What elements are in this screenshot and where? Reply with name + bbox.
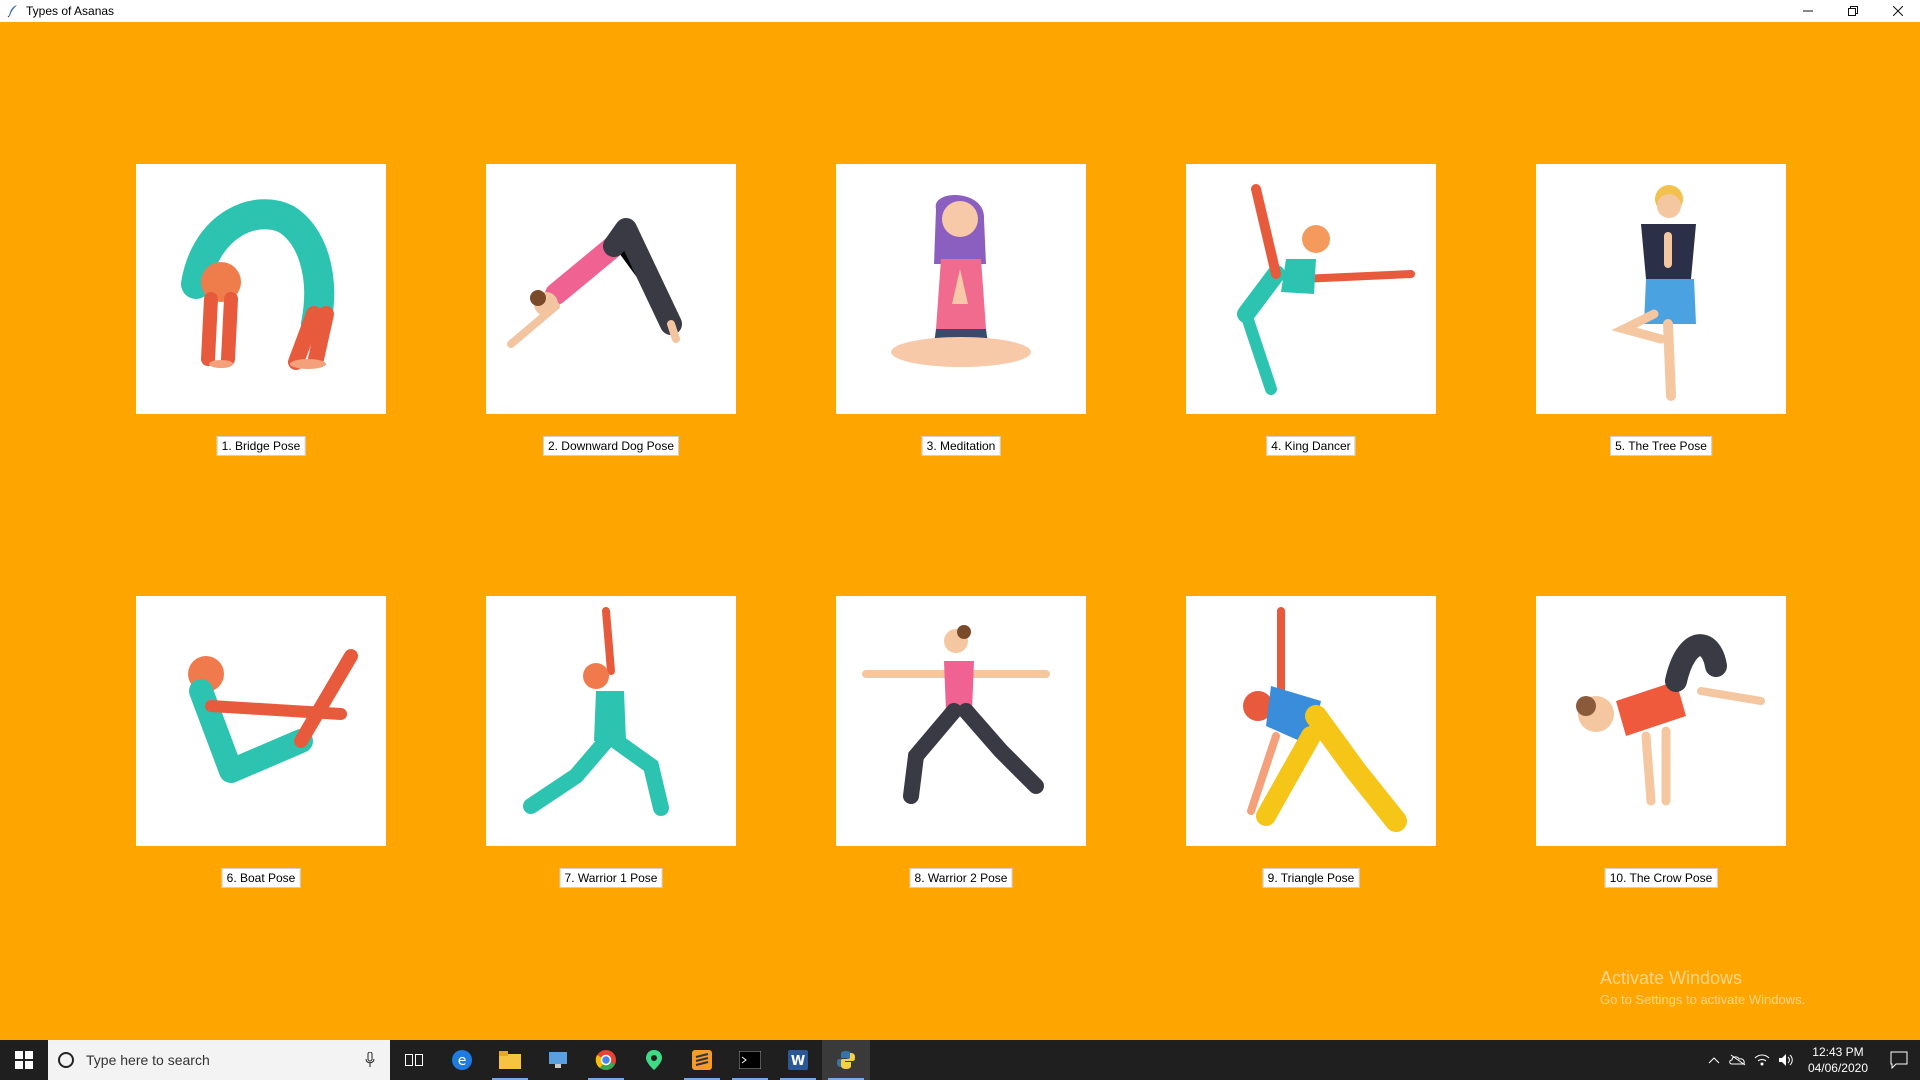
pose-label-4: 4. King Dancer	[1266, 436, 1356, 456]
tree-pose-card[interactable]	[1536, 164, 1786, 414]
meditation-card[interactable]	[836, 164, 1086, 414]
warrior-2-illustration	[862, 625, 1050, 804]
warrior-2-card[interactable]	[836, 596, 1086, 846]
terminal-icon[interactable]	[726, 1040, 774, 1080]
chrome-icon[interactable]	[582, 1040, 630, 1080]
window-controls	[1785, 0, 1920, 22]
triangle-pose-card[interactable]	[1186, 596, 1436, 846]
activation-watermark: Activate Windows Go to Settings to activ…	[1600, 967, 1805, 1011]
onedrive-offline-icon[interactable]	[1726, 1054, 1750, 1066]
downward-dog-card[interactable]	[486, 164, 736, 414]
boat-pose-illustration	[188, 649, 358, 783]
clock-date: 04/06/2020	[1807, 1061, 1868, 1075]
search-placeholder: Type here to search	[86, 1052, 210, 1068]
cortana-icon	[58, 1052, 74, 1068]
pose-label-5: 5. The Tree Pose	[1610, 436, 1712, 456]
bridge-pose-illustration	[181, 199, 335, 370]
pose-label-1: 1. Bridge Pose	[216, 436, 306, 456]
svg-text:W: W	[791, 1054, 805, 1069]
taskbar: Type here to search e W 12:43 PM 04/06/2…	[0, 1040, 1920, 1080]
feather-icon	[6, 4, 20, 18]
warrior-1-illustration	[523, 607, 669, 816]
maps-app-icon[interactable]	[630, 1040, 678, 1080]
window-title: Types of Asanas	[26, 4, 115, 18]
taskbar-clock[interactable]: 12:43 PM 04/06/2020	[1808, 1044, 1868, 1076]
network-app-icon[interactable]	[534, 1040, 582, 1080]
bridge-pose-card[interactable]	[136, 164, 386, 414]
pose-label-6: 6. Boat Pose	[221, 868, 301, 888]
pose-label-9: 9. Triangle Pose	[1262, 868, 1360, 888]
taskbar-apps: e W	[390, 1040, 870, 1080]
microphone-icon[interactable]	[358, 1052, 382, 1068]
pose-label-8: 8. Warrior 2 Pose	[909, 868, 1013, 888]
edge-icon[interactable]: e	[438, 1040, 486, 1080]
word-icon[interactable]: W	[774, 1040, 822, 1080]
notification-center-icon[interactable]	[1880, 1051, 1920, 1069]
pose-label-10: 10. The Crow Pose	[1604, 868, 1718, 888]
task-view-icon[interactable]	[390, 1040, 438, 1080]
watermark-subtitle: Go to Settings to activate Windows.	[1600, 992, 1806, 1007]
king-dancer-illustration	[1237, 184, 1415, 395]
pose-label-2: 2. Downward Dog Pose	[542, 436, 680, 456]
restore-button[interactable]	[1830, 0, 1875, 22]
crow-pose-card[interactable]	[1536, 596, 1786, 846]
close-button[interactable]	[1875, 0, 1920, 22]
pose-label-7: 7. Warrior 1 Pose	[559, 868, 663, 888]
triangle-pose-illustration	[1243, 607, 1407, 832]
title-bar: Types of Asanas	[0, 0, 1920, 23]
taskbar-search-box[interactable]: Type here to search	[48, 1040, 390, 1080]
chevron-up-icon[interactable]	[1702, 1056, 1726, 1064]
watermark-title: Activate Windows	[1600, 968, 1743, 988]
boat-pose-card[interactable]	[136, 596, 386, 846]
king-dancer-card[interactable]	[1186, 164, 1436, 414]
sublime-text-icon[interactable]	[678, 1040, 726, 1080]
clock-time: 12:43 PM	[1812, 1045, 1864, 1059]
file-explorer-icon[interactable]	[486, 1040, 534, 1080]
crow-pose-illustration	[1576, 634, 1765, 806]
meditation-illustration	[891, 195, 1031, 367]
pose-label-3: 3. Meditation	[921, 436, 1001, 456]
asana-grid: 1. Bridge Pose 2. Downward Dog Pose 3. M…	[0, 22, 1920, 1040]
warrior-1-card[interactable]	[486, 596, 736, 846]
volume-icon[interactable]	[1774, 1053, 1798, 1067]
python-icon[interactable]	[822, 1040, 870, 1080]
wifi-icon[interactable]	[1750, 1053, 1774, 1067]
minimize-button[interactable]	[1785, 0, 1830, 22]
windows-logo-icon	[15, 1051, 33, 1069]
svg-text:e: e	[458, 1053, 467, 1069]
tree-pose-illustration	[1611, 185, 1696, 401]
system-tray: 12:43 PM 04/06/2020	[1702, 1040, 1920, 1080]
downward-dog-illustration	[507, 218, 682, 348]
start-button[interactable]	[0, 1040, 48, 1080]
